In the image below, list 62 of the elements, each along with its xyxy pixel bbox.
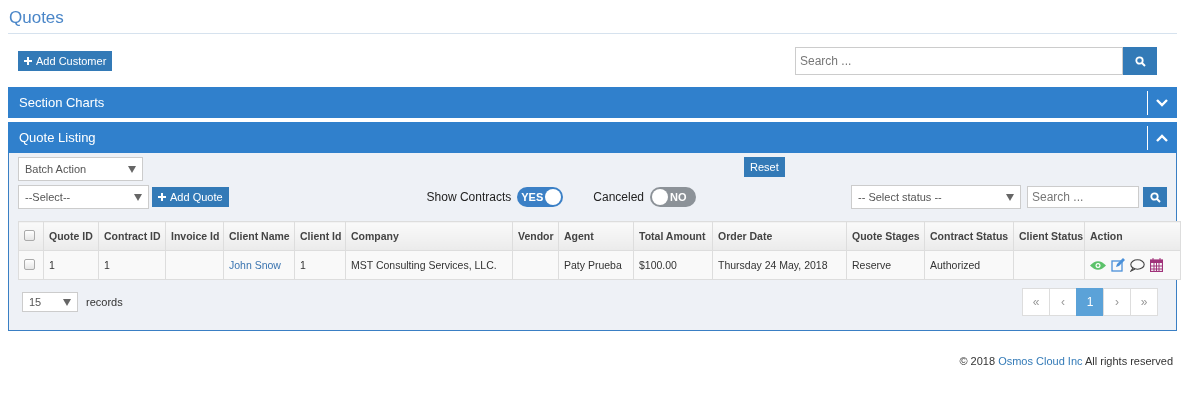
column-header: Action xyxy=(1084,221,1181,251)
search-button[interactable] xyxy=(1123,47,1157,75)
page-size-dropdown[interactable]: 15 xyxy=(22,292,78,312)
column-header: Vendor xyxy=(512,221,559,251)
caret-icon xyxy=(1006,193,1014,201)
chevron-up-icon xyxy=(1156,133,1168,142)
toggle-label: Show Contracts xyxy=(426,190,512,204)
pagination-button[interactable]: « xyxy=(1022,288,1050,316)
table-cell: Authorized xyxy=(924,250,1014,280)
column-header: Company xyxy=(345,221,513,251)
add-customer-button[interactable]: Add Customer xyxy=(18,51,113,71)
plus-icon xyxy=(158,193,166,201)
column-header: Client Status xyxy=(1013,221,1085,251)
column-header: Client Id xyxy=(294,221,346,251)
company-link[interactable]: Osmos Cloud Inc xyxy=(998,355,1083,367)
select-all-checkbox[interactable] xyxy=(24,229,35,241)
comment-icon[interactable] xyxy=(1130,258,1145,272)
search-icon xyxy=(1134,55,1146,67)
column-header: Total Amount xyxy=(633,221,713,251)
select-dropdown[interactable]: --Select-- xyxy=(18,185,149,209)
search-icon xyxy=(1149,191,1161,203)
pagination-button[interactable]: › xyxy=(1103,288,1131,316)
table-search-field[interactable]: Search ... xyxy=(1027,186,1139,208)
toggle-switch[interactable]: YES xyxy=(517,187,564,207)
reset-button[interactable]: Reset xyxy=(744,157,785,177)
table-cell: 1 xyxy=(98,250,166,280)
search-field[interactable]: Search ... xyxy=(795,47,1123,75)
status-dropdown[interactable]: -- Select status -- xyxy=(851,185,1021,209)
column-header: Client Name xyxy=(223,221,295,251)
column-header: Quote ID xyxy=(43,221,99,251)
column-header: Invoice Id xyxy=(165,221,224,251)
add-quote-button[interactable]: Add Quote xyxy=(152,187,229,207)
column-header: Quote Stages xyxy=(846,221,925,251)
caret-icon xyxy=(128,165,136,173)
section-header[interactable]: Quote Listing xyxy=(8,122,1177,153)
toggle-label: Canceled xyxy=(593,190,644,204)
pagination-button[interactable]: ‹ xyxy=(1049,288,1077,316)
records-label: records xyxy=(86,296,123,308)
section-header[interactable]: Section Charts xyxy=(8,87,1177,118)
batch-action-dropdown[interactable]: Batch Action xyxy=(18,157,143,181)
caret-icon xyxy=(63,298,71,306)
search-button[interactable] xyxy=(1143,187,1167,207)
table-cell: $100.00 xyxy=(633,250,713,280)
page-title: Quotes xyxy=(8,0,1177,34)
table-cell: Thursday 24 May, 2018 xyxy=(712,250,847,280)
table-cell: Paty Prueba xyxy=(558,250,634,280)
column-header: Contract ID xyxy=(98,221,166,251)
chevron-down-icon xyxy=(1156,98,1168,107)
table-cell: Reserve xyxy=(846,250,925,280)
edit-icon[interactable] xyxy=(1111,258,1125,272)
pagination-button[interactable]: » xyxy=(1130,288,1158,316)
plus-icon xyxy=(24,57,32,65)
table-cell: MST Consulting Services, LLC. xyxy=(345,250,513,280)
column-header: Agent xyxy=(558,221,634,251)
pagination-button[interactable]: 1 xyxy=(1076,288,1104,316)
calendar-icon[interactable] xyxy=(1150,258,1163,272)
row-checkbox[interactable] xyxy=(24,258,35,270)
column-header: Order Date xyxy=(712,221,847,251)
toggle-switch[interactable]: NO xyxy=(650,187,696,207)
copyright-text: © 2018 Osmos Cloud Inc All rights reserved xyxy=(958,354,1174,367)
caret-icon xyxy=(134,193,142,201)
column-header: Contract Status xyxy=(924,221,1014,251)
